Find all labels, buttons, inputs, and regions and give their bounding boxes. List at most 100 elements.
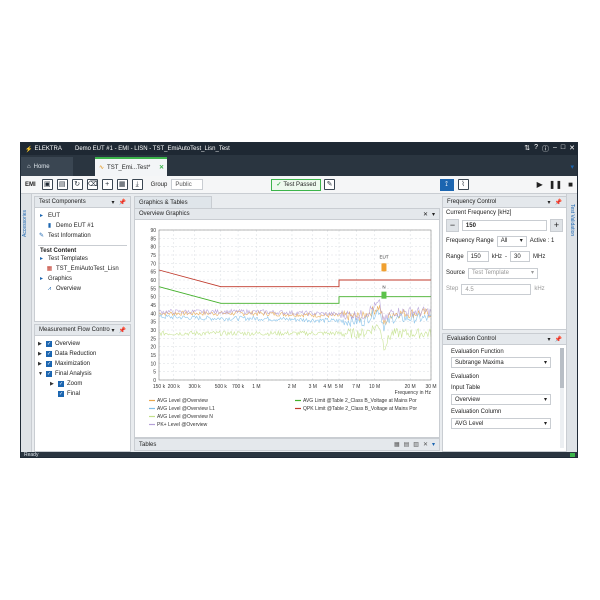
source-select[interactable]: Test Template ▾: [468, 267, 539, 279]
help-icon[interactable]: ?: [534, 144, 538, 154]
tab-menu-icon[interactable]: ▾: [570, 163, 574, 171]
delete-icon[interactable]: ⌫: [86, 179, 98, 190]
edit-icon[interactable]: ✎: [324, 179, 336, 190]
tree-item-template[interactable]: ▦ TST_EmiAutoTest_Lisn: [38, 264, 127, 274]
flow-list: ▶ ✓ Overview ▶ ✓ Data Reduction ▶ ✓ Maximizati…: [35, 336, 130, 402]
tables-bar[interactable]: Tables ▦ ▤ ▥ ✕ ▾: [134, 438, 440, 451]
add-data-icon[interactable]: +: [101, 179, 113, 190]
flow-control-panel: Measurement Flow Contro ▾ 📌 ▶ ✓ Overview ▶ ✓…: [34, 324, 131, 452]
left-side-strip[interactable]: Accessories: [21, 194, 32, 452]
flow-item[interactable]: ▶ ✓ Maximization: [38, 359, 127, 369]
tab-graphics-tables[interactable]: Graphics & Tables: [134, 196, 212, 208]
flow-item[interactable]: ✓ Final: [38, 389, 127, 399]
lisn-icon[interactable]: ⟟: [439, 178, 454, 191]
pin-icon[interactable]: 📌: [555, 336, 562, 343]
right-side-strip[interactable]: Test Validation: [566, 194, 577, 452]
expand-icon[interactable]: ▶: [38, 351, 43, 357]
save-icon[interactable]: ▣: [41, 179, 53, 190]
close-tab-icon[interactable]: ✕: [159, 164, 164, 171]
input-table-select[interactable]: Overview ▾: [451, 394, 551, 405]
export-icon[interactable]: ⤓: [131, 179, 143, 190]
close-icon[interactable]: ✕: [423, 441, 428, 448]
checkbox-icon[interactable]: ✓: [46, 341, 52, 347]
frequency-range-select[interactable]: All ▾: [496, 235, 527, 247]
grid-view-icon[interactable]: ▦: [394, 441, 400, 448]
tree-item-graphics[interactable]: ▸ Graphics: [38, 274, 127, 284]
current-frequency-input[interactable]: 150: [461, 220, 548, 231]
flow-item[interactable]: ▶ ✓ Overview: [38, 339, 127, 349]
dropdown-icon[interactable]: ▾: [548, 199, 551, 206]
y-tick-label: 75: [150, 253, 156, 259]
tree-item-demo-eut[interactable]: ▮ Demo EUT #1: [38, 221, 127, 231]
dropdown-icon[interactable]: ▾: [432, 211, 435, 218]
share-icon[interactable]: ⇅: [524, 144, 530, 154]
pin-icon[interactable]: 📌: [119, 199, 126, 206]
group-field[interactable]: Public: [171, 179, 204, 190]
document-icon: ▮: [47, 222, 52, 229]
flow-item[interactable]: ▼ ✓ Final Analysis: [38, 369, 127, 379]
expand-icon[interactable]: ▶: [38, 361, 43, 367]
close-icon[interactable]: ✕: [569, 144, 575, 154]
list-view-icon[interactable]: ▤: [404, 441, 410, 448]
y-tick-label: 45: [150, 303, 156, 309]
info-icon[interactable]: ⓘ: [542, 144, 549, 154]
tree-item-test-info[interactable]: ✎ Test Information: [38, 231, 127, 241]
expand-icon[interactable]: ▶: [38, 341, 43, 347]
maximize-icon[interactable]: □: [561, 144, 565, 154]
tree-item-eut[interactable]: ▸ EUT: [38, 211, 127, 221]
save-as-icon[interactable]: ▤: [56, 179, 68, 190]
checkbox-icon[interactable]: ✓: [46, 371, 52, 377]
trace-line: [158, 324, 432, 351]
template-icon: ▦: [46, 265, 53, 272]
y-tick-label: 15: [150, 353, 156, 359]
run-icon[interactable]: ▶: [535, 180, 545, 189]
flow-item[interactable]: ▶ ✓ Zoom: [38, 379, 127, 389]
dropdown-icon[interactable]: ▾: [432, 441, 435, 448]
brand-name: ELEKTRA: [34, 146, 62, 152]
legend-label: AVG Limit @Table 2_Class B_Voltage at Ma…: [303, 398, 417, 404]
range-to-input[interactable]: 30: [510, 251, 531, 262]
step-input[interactable]: 4.5: [461, 283, 532, 295]
toolbar-right: ⟟ ⌇ ▶ ❚❚ ■: [439, 178, 577, 191]
scrollbar-thumb[interactable]: [560, 348, 564, 388]
flow-item[interactable]: ▶ ✓ Data Reduction: [38, 349, 127, 359]
tree-item-templates[interactable]: ▸ Test Templates: [38, 254, 127, 264]
tab-home[interactable]: ⌂ Home: [21, 157, 73, 176]
dropdown-icon[interactable]: ▾: [548, 336, 551, 343]
decrement-button[interactable]: −: [446, 219, 459, 232]
refresh-icon[interactable]: ↻: [71, 179, 83, 190]
columns-icon[interactable]: ▥: [413, 441, 419, 448]
emi-chart[interactable]: EUT N 90 85 80 75 70 65 60 55 50 45 40 35 30 25 20 15 10 5…: [135, 220, 439, 437]
checkbox-icon[interactable]: ✓: [58, 381, 64, 387]
evaluation-column-select[interactable]: AVG Level ▾: [451, 418, 551, 429]
scrollbar[interactable]: [560, 348, 564, 448]
minimize-icon[interactable]: –: [553, 144, 557, 154]
stop-icon[interactable]: ■: [566, 180, 575, 189]
dropdown-icon[interactable]: ▾: [112, 199, 115, 206]
tab-bar: ⌂ Home ∿ TST_Emi...Test* ✕ ▾: [21, 155, 577, 176]
tree-item-overview[interactable]: ⩘ Overview: [38, 284, 127, 294]
collapse-icon[interactable]: ▼: [38, 371, 43, 377]
y-tick-label: 5: [153, 370, 156, 376]
evaluation-function-select[interactable]: Subrange Maxima ▾: [451, 357, 551, 368]
pause-icon[interactable]: ❚❚: [547, 180, 564, 189]
y-tick-label: 35: [150, 320, 156, 326]
close-icon[interactable]: ✕: [423, 211, 428, 218]
increment-button[interactable]: +: [550, 219, 563, 232]
range-separator: -: [505, 253, 508, 260]
checkbox-icon[interactable]: ✓: [46, 361, 52, 367]
folder-icon: ▸: [39, 275, 43, 282]
pin-icon[interactable]: 📌: [119, 327, 126, 334]
dropdown-icon[interactable]: ▾: [112, 327, 115, 334]
checkbox-icon[interactable]: ✓: [46, 351, 52, 357]
pin-icon[interactable]: 📌: [555, 199, 562, 206]
chart-grid: [158, 229, 432, 381]
range-from-input[interactable]: 150: [466, 251, 489, 262]
tab-document[interactable]: ∿ TST_Emi...Test* ✕: [95, 157, 167, 176]
checkbox-icon[interactable]: ✓: [58, 391, 64, 397]
expand-icon[interactable]: ▶: [50, 381, 55, 387]
probe-icon[interactable]: ⌇: [457, 179, 469, 190]
input-table-label: Input Table: [451, 385, 481, 391]
report-icon[interactable]: ▦: [116, 179, 128, 190]
window-title: Demo EUT #1 - EMI - LISN - TST_EmiAutoTe…: [75, 146, 230, 152]
